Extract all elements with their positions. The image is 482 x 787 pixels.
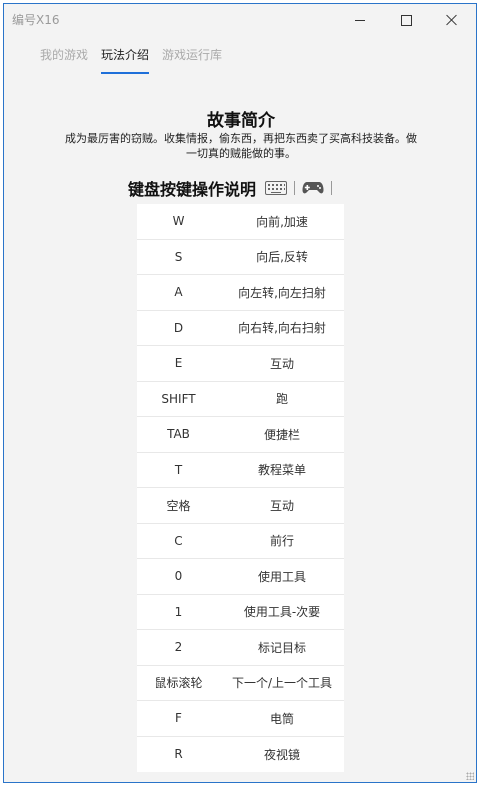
table-row: 2 标记目标 [137,630,344,666]
key-bindings-table: W 向前,加速 S 向后,反转 A 向左转,向左扫射 D 向右转,向右扫射 E 互动 SHIFT 跑 T… [137,204,344,772]
table-row: 空格 互动 [137,488,344,524]
gamepad-icon[interactable] [302,181,324,195]
key-cell: S [174,249,183,264]
table-row: D 向右转,向右扫射 [137,311,344,346]
action-cell: 向后,反转 [256,250,308,265]
close-icon [446,14,458,26]
tab-game-runtime-library[interactable]: 游戏运行库 [162,46,222,74]
table-row: 1 使用工具-次要 [137,595,344,630]
action-cell: 使用工具 [257,569,306,584]
key-cell: W [172,214,185,229]
table-row: TAB 便捷栏 [137,417,344,453]
action-cell: 使用工具-次要 [243,605,321,620]
key-cell: 1 [174,604,183,619]
action-cell: 标记目标 [257,640,306,655]
key-cell: R [174,747,183,762]
key-cell: T [174,462,183,477]
action-cell: 向右转,向右扫射 [238,321,326,336]
table-row: 0 使用工具 [137,559,344,595]
key-cell: 2 [174,640,183,655]
key-cell: SHIFT [161,391,196,406]
table-row: F 电筒 [137,701,344,737]
keyboard-icon[interactable] [265,181,288,195]
key-cell: 0 [174,569,183,584]
action-cell: 便捷栏 [263,427,300,442]
key-cell: E [174,356,183,371]
title-bar[interactable]: 编号X16 [4,4,476,36]
action-cell: 前行 [269,534,294,549]
table-row: S 向后,反转 [137,240,344,275]
story-description: 成为最厉害的窃贼。收集情报，偷东西，再把东西卖了买高科技装备。做一切真的贼能做的… [65,132,417,160]
action-cell: 教程菜单 [257,463,306,478]
maximize-button[interactable] [384,4,428,36]
close-button[interactable] [430,4,474,36]
key-cell: TAB [167,427,190,442]
table-row: 鼠标滚轮 下一个/上一个工具 [137,666,344,701]
table-row: R 夜视镜 [137,737,344,773]
resize-grip-icon[interactable] [466,772,474,780]
tab-bar: 我的游戏 玩法介绍 游戏运行库 [40,46,235,74]
table-row: W 向前,加速 [137,204,344,240]
keys-section-title: 键盘按键操作说明 [128,180,257,199]
tab-my-games[interactable]: 我的游戏 [40,46,88,74]
action-cell: 电筒 [269,711,294,726]
table-row: A 向左转,向左扫射 [137,275,344,311]
divider [331,181,333,195]
window-title: 编号X16 [12,13,60,27]
key-cell: A [174,285,183,300]
action-cell: 互动 [269,356,294,371]
action-cell: 向左转,向左扫射 [238,285,326,300]
action-cell: 夜视镜 [263,747,300,762]
action-cell: 向前,加速 [256,214,308,229]
table-row: C 前行 [137,524,344,559]
divider [294,181,296,195]
key-cell: 鼠标滚轮 [154,676,203,691]
key-cell: C [174,533,183,548]
key-cell: D [173,320,184,335]
maximize-icon [400,14,412,26]
tab-gameplay-intro[interactable]: 玩法介绍 [101,46,150,74]
action-cell: 跑 [275,392,288,407]
key-cell: F [175,711,182,726]
story-title: 故事简介 [207,111,275,131]
table-row: T 教程菜单 [137,453,344,488]
minimize-icon [355,19,365,21]
action-cell: 下一个/上一个工具 [231,676,333,691]
minimize-button[interactable] [338,4,382,36]
action-cell: 互动 [269,498,294,513]
key-cell: 空格 [166,498,191,513]
app-window: 编号X16 我的游戏 玩法介绍 游戏运行库 故事简介 成为最厉害的窃贼。收集情报… [3,3,477,783]
table-row: E 互动 [137,346,344,382]
keys-section-header: 键盘按键操作说明 [128,177,339,199]
table-row: SHIFT 跑 [137,382,344,417]
